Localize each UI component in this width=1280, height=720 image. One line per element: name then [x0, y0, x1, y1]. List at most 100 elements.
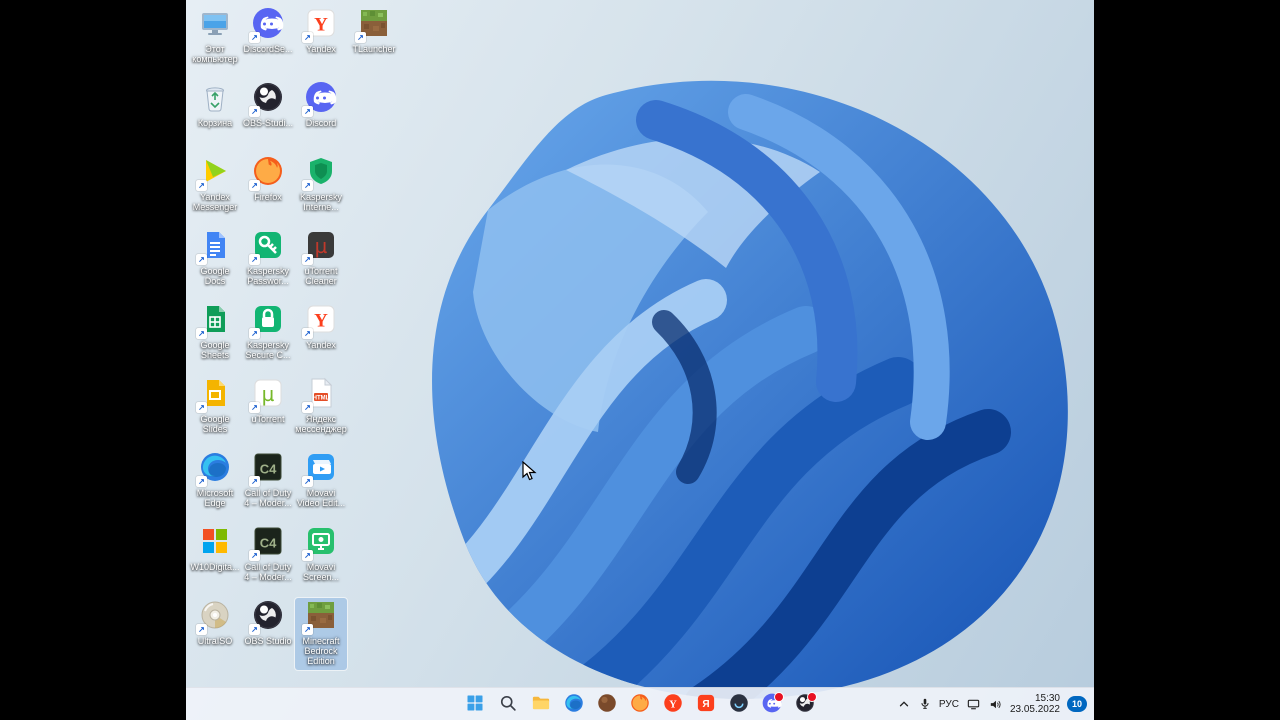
- network-icon[interactable]: [963, 691, 984, 717]
- desktop-icon-google-docs[interactable]: Google Docs: [189, 228, 241, 300]
- desktop-icon-этот-компьютер[interactable]: Этот компьютер: [189, 6, 241, 78]
- shortcut-arrow-icon: [249, 180, 260, 191]
- desktop-icon-minecraft-bedrock-edition[interactable]: Minecraft Bedrock Edition: [295, 598, 347, 670]
- letterbox-right: [1094, 0, 1280, 720]
- taskbar-button-pinned-app-2[interactable]: [724, 690, 754, 718]
- desktop-icon-obs-studi[interactable]: OBS-Studi...: [242, 80, 294, 152]
- clock-time: 15:30: [1035, 693, 1060, 704]
- desktop-icon-label: Яндекс мессенджер: [295, 414, 347, 434]
- desktop-icon-label: Movavi Video Edit...: [295, 488, 347, 508]
- notification-center-button[interactable]: 10: [1064, 691, 1090, 717]
- desktop-icon-ultraiso[interactable]: UltraISO: [189, 598, 241, 670]
- desktop-icon-label: OBS Studio: [244, 636, 291, 646]
- shortcut-arrow-icon: [249, 32, 260, 43]
- desktop-icon-microsoft-edge[interactable]: Microsoft Edge: [189, 450, 241, 522]
- taskbar-button-edge[interactable]: [559, 690, 589, 718]
- desktop-icon-call-of-duty-4-moder[interactable]: C4 Call of Duty 4 – Moder...: [242, 450, 294, 522]
- desktop-icon-label: Google Slides: [189, 414, 241, 434]
- desktop-icon-yandex[interactable]: Y Yandex: [295, 302, 347, 374]
- desktop-icon-label: Этот компьютер: [189, 44, 241, 64]
- desktop-icon-google-sheets[interactable]: Google Sheets: [189, 302, 241, 374]
- svg-text:C4: C4: [260, 535, 277, 550]
- desktop-icon-label: TLauncher: [352, 44, 395, 54]
- desktop-icon-label: OBS-Studi...: [243, 118, 293, 128]
- desktop-icon-label: uTorrent: [251, 414, 284, 424]
- desktop-icon-корзина[interactable]: Корзина: [189, 80, 241, 152]
- shortcut-arrow-icon: [249, 254, 260, 265]
- desktop-icon-call-of-duty-4-moder[interactable]: C4 Call of Duty 4 – Moder...: [242, 524, 294, 596]
- shortcut-arrow-icon: [249, 106, 260, 117]
- taskbar-button-firefox[interactable]: [625, 690, 655, 718]
- desktop-icon-label: W10Digita...: [190, 562, 239, 572]
- shortcut-arrow-icon: [302, 328, 313, 339]
- shortcut-arrow-icon: [249, 402, 260, 413]
- desktop-icon-yandex-messenger[interactable]: Yandex Messenger: [189, 154, 241, 226]
- desktop-icon-yandex[interactable]: Y Yandex: [295, 6, 347, 78]
- taskbar-button-yandex-browser[interactable]: Y: [658, 690, 688, 718]
- desktop-icon-kaspersky-secure-c[interactable]: Kaspersky Secure C...: [242, 302, 294, 374]
- desktop-icon-label: Call of Duty 4 – Moder...: [242, 562, 294, 582]
- desktop-icon-google-slides[interactable]: Google Slides: [189, 376, 241, 448]
- desktop-icon-w10digita[interactable]: W10Digita...: [189, 524, 241, 596]
- desktop-icon-obs-studio[interactable]: OBS Studio: [242, 598, 294, 670]
- taskbar-button-pinned-app-1[interactable]: [592, 690, 622, 718]
- desktop-icon-tlauncher[interactable]: TLauncher: [348, 6, 400, 78]
- desktop-icon-movavi-screen[interactable]: Movavi Screen...: [295, 524, 347, 596]
- shortcut-arrow-icon: [249, 476, 260, 487]
- desktop-icon-label: Kaspersky Secure C...: [242, 340, 294, 360]
- taskbar-button-file-explorer[interactable]: [526, 690, 556, 718]
- language-indicator[interactable]: РУС: [936, 691, 962, 717]
- desktop-icon-яндекс-мессенджер[interactable]: HTML Яндекс мессенджер: [295, 376, 347, 448]
- letterbox-left: [0, 0, 186, 720]
- desktop-icon-label: Yandex: [306, 340, 336, 350]
- shortcut-arrow-icon: [302, 624, 313, 635]
- clock-date: 23.05.2022: [1010, 704, 1060, 715]
- shortcut-arrow-icon: [196, 476, 207, 487]
- notification-dot: [807, 692, 817, 702]
- tray-chevron-up-icon[interactable]: [894, 691, 914, 717]
- desktop-icon-label: Google Docs: [189, 266, 241, 286]
- shortcut-arrow-icon: [249, 550, 260, 561]
- desktop-icon-utorrent[interactable]: µ uTorrent: [242, 376, 294, 448]
- clock[interactable]: 15:30 23.05.2022: [1007, 691, 1063, 717]
- desktop-icon-label: Movavi Screen...: [295, 562, 347, 582]
- desktop-icon-kaspersky-passwor[interactable]: Kaspersky Passwor...: [242, 228, 294, 300]
- taskbar-button-discord[interactable]: [757, 690, 787, 718]
- desktop-icon-label: DiscordSe...: [243, 44, 292, 54]
- shortcut-arrow-icon: [302, 106, 313, 117]
- taskbar-button-search[interactable]: [493, 690, 523, 718]
- shortcut-arrow-icon: [249, 328, 260, 339]
- desktop-icon-kaspersky-interne[interactable]: Kaspersky Interne...: [295, 154, 347, 226]
- volume-icon[interactable]: [985, 691, 1006, 717]
- taskbar-button-start[interactable]: [460, 690, 490, 718]
- desktop-icon-discord[interactable]: Discord: [295, 80, 347, 152]
- notification-count-badge: 10: [1067, 696, 1087, 712]
- desktop-icon-movavi-video-edit[interactable]: Movavi Video Edit...: [295, 450, 347, 522]
- shortcut-arrow-icon: [196, 254, 207, 265]
- taskbar-button-yandex-start[interactable]: Я: [691, 690, 721, 718]
- shortcut-arrow-icon: [196, 328, 207, 339]
- desktop-icon-grid: Этот компьютер DiscordSe... Y Yandex TLa…: [186, 0, 1094, 720]
- desktop-icon-label: Microsoft Edge: [189, 488, 241, 508]
- desktop-icon-label: Discord: [306, 118, 337, 128]
- svg-text:Y: Y: [669, 699, 677, 710]
- microphone-tray-icon[interactable]: [915, 691, 935, 717]
- desktop-icon-label: Firefox: [254, 192, 282, 202]
- shortcut-arrow-icon: [302, 550, 313, 561]
- desktop-icon-label: Google Sheets: [189, 340, 241, 360]
- desktop-icon-discordse[interactable]: DiscordSe...: [242, 6, 294, 78]
- shortcut-arrow-icon: [302, 180, 313, 191]
- svg-text:µ: µ: [315, 234, 328, 258]
- taskbar-center: Y Я: [460, 688, 820, 720]
- shortcut-arrow-icon: [196, 624, 207, 635]
- taskbar-button-pinned-app-3[interactable]: [790, 690, 820, 718]
- desktop-icon-label: Kaspersky Interne...: [295, 192, 347, 212]
- desktop-icon-utorrent-cleaner[interactable]: µ uTorrent Cleaner: [295, 228, 347, 300]
- shortcut-arrow-icon: [249, 624, 260, 635]
- svg-text:µ: µ: [262, 382, 275, 406]
- desktop[interactable]: Этот компьютер DiscordSe... Y Yandex TLa…: [186, 0, 1094, 720]
- desktop-icon-label: UltraISO: [198, 636, 233, 646]
- desktop-icon-firefox[interactable]: Firefox: [242, 154, 294, 226]
- desktop-icon-label: Kaspersky Passwor...: [242, 266, 294, 286]
- desktop-icon-label: Call of Duty 4 – Moder...: [242, 488, 294, 508]
